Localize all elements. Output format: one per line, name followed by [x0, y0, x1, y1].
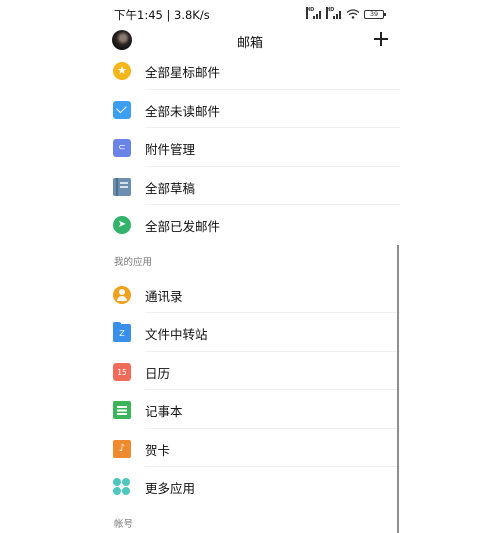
- contacts-icon: [113, 285, 131, 304]
- status-bar: 下午1:45 | 3.8K/s HD HD 39: [100, 0, 400, 28]
- menu-item-calendar[interactable]: 15 日历: [100, 352, 400, 390]
- calendar-icon: 15: [113, 362, 131, 381]
- menu-item-notepad[interactable]: 记事本: [100, 390, 400, 429]
- wifi-icon: [346, 9, 360, 19]
- menu-item-unread[interactable]: 全部未读邮件: [100, 90, 400, 128]
- add-button[interactable]: [372, 30, 390, 48]
- menu-item-more-apps[interactable]: 更多应用: [100, 467, 400, 506]
- menu-item-label: 通讯录: [145, 288, 183, 304]
- menu-item-label: 全部已发邮件: [145, 219, 221, 234]
- signal-icon: HD: [306, 7, 322, 19]
- scrollbar[interactable]: [397, 245, 399, 533]
- attachment-icon: ⊂: [113, 139, 131, 157]
- greeting-card-icon: ♪: [113, 437, 131, 458]
- menu-item-file-transfer[interactable]: Z 文件中转站: [100, 313, 400, 352]
- signal-icon-2: HD: [326, 7, 342, 19]
- menu-item-starred[interactable]: ★ 全部星标邮件: [100, 51, 400, 90]
- menu-item-label: 更多应用: [145, 481, 196, 496]
- menu-item-label: 贺卡: [145, 442, 171, 458]
- section-title-my-apps: 我的应用: [100, 244, 400, 275]
- notepad-icon: [113, 401, 131, 419]
- menu-item-attachments[interactable]: ⊂ 附件管理: [100, 128, 400, 167]
- section-label: 帐号: [114, 518, 134, 530]
- menu-item-label: 文件中转站: [145, 327, 208, 342]
- more-apps-icon: [113, 478, 131, 496]
- section-label: 我的应用: [114, 256, 153, 268]
- sent-icon: ➤: [113, 216, 131, 234]
- file-transfer-icon: Z: [113, 322, 131, 342]
- menu-item-label: 全部星标邮件: [145, 65, 221, 80]
- menu-list: ★ 全部星标邮件 全部未读邮件 ⊂ 附件管理 全部草稿 ➤ 全部已发邮件 我的应…: [100, 51, 400, 533]
- unread-mail-icon: [113, 100, 131, 119]
- menu-item-contacts[interactable]: 通讯录: [100, 275, 400, 313]
- menu-item-label: 日历: [145, 365, 171, 381]
- menu-item-label: 附件管理: [145, 142, 196, 157]
- menu-item-greeting-card[interactable]: ♪ 贺卡: [100, 429, 400, 467]
- menu-item-label: 全部草稿: [145, 180, 196, 196]
- status-icons: HD HD 39: [306, 7, 386, 20]
- status-time-speed: 下午1:45 | 3.8K/s: [114, 8, 210, 22]
- battery-icon: 39: [364, 9, 386, 19]
- menu-item-sent[interactable]: ➤ 全部已发邮件: [100, 205, 400, 244]
- menu-item-label: 全部未读邮件: [145, 103, 221, 119]
- star-icon: ★: [113, 62, 131, 80]
- page-title: 邮箱: [236, 36, 263, 51]
- draft-icon: [113, 177, 131, 196]
- menu-item-drafts[interactable]: 全部草稿: [100, 167, 400, 205]
- menu-item-label: 记事本: [145, 404, 183, 419]
- mailbox-screen: 下午1:45 | 3.8K/s HD HD 39 邮箱 ★ 全部星标邮件 全部未…: [100, 0, 400, 533]
- section-title-account: 帐号: [100, 506, 400, 533]
